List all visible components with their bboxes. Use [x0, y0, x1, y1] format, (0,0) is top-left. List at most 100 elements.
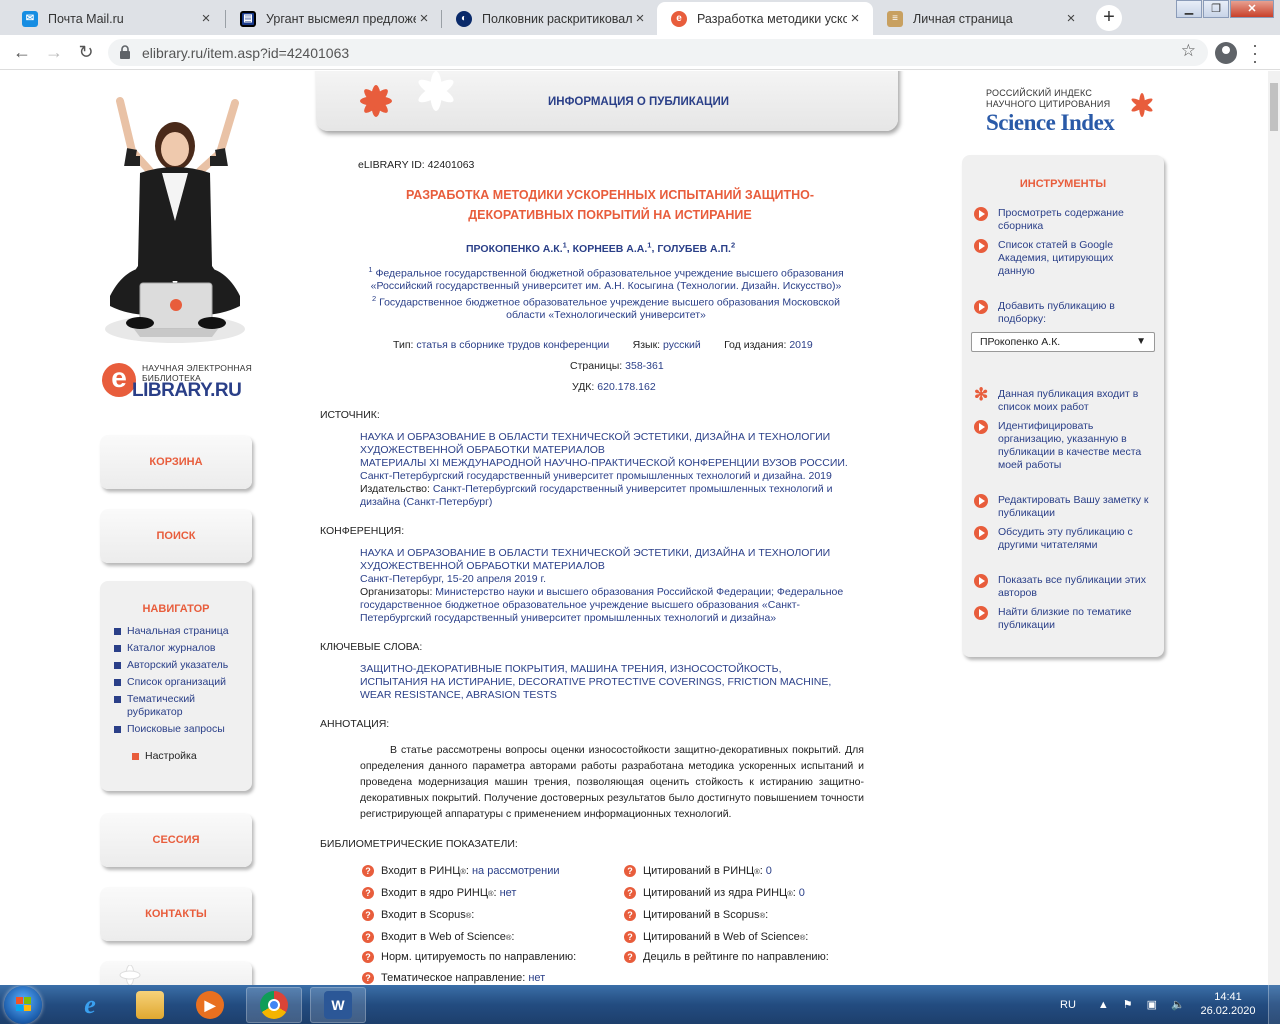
- metric-rinc-core: ? Входит в ядро РИНЦ ®: нет: [362, 887, 516, 899]
- close-icon[interactable]: ×: [416, 10, 432, 27]
- tool-label: Найти близкие по тематике публикации: [998, 606, 1132, 631]
- tab-elibrary[interactable]: e Разработка методики ускор ×: [657, 2, 873, 35]
- search-button[interactable]: ПОИСК: [100, 509, 252, 563]
- nav-item-rubricator[interactable]: Тематический рубрикатор: [114, 693, 252, 719]
- back-button[interactable]: ←: [10, 40, 34, 64]
- show-desktop-button[interactable]: [1268, 985, 1280, 1024]
- arrow-right-icon: [974, 300, 988, 314]
- help-icon[interactable]: ?: [624, 865, 636, 877]
- taskbar-ie[interactable]: e: [62, 987, 118, 1023]
- account-icon[interactable]: [1215, 42, 1237, 64]
- lock-icon: [120, 45, 130, 59]
- tab-title: Почта Mail.ru: [48, 11, 124, 26]
- help-icon[interactable]: ?: [362, 951, 374, 963]
- author-link[interactable]: ГОЛУБЕВ А.П.2: [657, 240, 735, 255]
- affiliation-index: 1: [368, 265, 373, 274]
- tool-similar-publications[interactable]: Найти близкие по тематике публикации: [974, 606, 1160, 632]
- tray-arrow-icon[interactable]: ▲: [1098, 999, 1109, 1011]
- conference-title-link[interactable]: НАУКА И ОБРАЗОВАНИЕ В ОБЛАСТИ ТЕХНИЧЕСКО…: [360, 547, 865, 573]
- flag-icon[interactable]: ⚑: [1123, 998, 1133, 1011]
- keywords-list[interactable]: ЗАЩИТНО-ДЕКОРАТИВНЫЕ ПОКРЫТИЯ, МАШИНА ТР…: [360, 663, 850, 702]
- tab-urgant[interactable]: ▤ Ургант высмеял предложен ×: [226, 2, 442, 35]
- help-icon[interactable]: ?: [362, 865, 374, 877]
- contacts-button[interactable]: КОНТАКТЫ: [100, 887, 252, 941]
- nav-item-journals[interactable]: Каталог журналов: [114, 642, 252, 655]
- elibrary-logo-text[interactable]: LIBRARY.RU: [132, 380, 242, 402]
- scrollbar-thumb[interactable]: [1270, 83, 1278, 131]
- nav-item-queries[interactable]: Поисковые запросы: [114, 723, 252, 736]
- close-icon[interactable]: ×: [632, 10, 648, 27]
- minimize-button[interactable]: ▁: [1176, 0, 1202, 18]
- taskbar-chrome[interactable]: [246, 987, 302, 1023]
- tool-label: Показать все публикации этих авторов: [998, 574, 1146, 599]
- nav-item-organizations[interactable]: Список организаций: [114, 676, 252, 689]
- metric-label: Дециль в рейтинге по направлению:: [643, 951, 829, 963]
- reload-button[interactable]: ↻: [74, 40, 98, 64]
- tool-author-publications[interactable]: Показать все публикации этих авторов: [974, 574, 1160, 600]
- close-icon[interactable]: ×: [1063, 10, 1079, 27]
- clock[interactable]: 14:41 26.02.2020: [1198, 990, 1258, 1018]
- collection-select[interactable]: ПРокопенко А.К. ▼: [971, 332, 1155, 352]
- science-index-logo[interactable]: Science Index: [986, 110, 1115, 136]
- page-scrollbar[interactable]: [1268, 71, 1280, 985]
- cart-button[interactable]: КОРЗИНА: [100, 435, 252, 489]
- metric-label: Цитирований в Web of Science: [643, 931, 800, 943]
- menu-icon[interactable]: · · ·: [1250, 36, 1260, 70]
- organizers-value[interactable]: Министерство науки и высшего образования…: [360, 586, 843, 624]
- help-icon[interactable]: ?: [624, 951, 636, 963]
- tab-personal[interactable]: ≡ Личная страница ×: [873, 2, 1089, 35]
- organizers-line: Организаторы: Министерство науки и высше…: [360, 586, 865, 625]
- session-button[interactable]: СЕССИЯ: [100, 813, 252, 867]
- elibrary-icon: e: [671, 10, 687, 27]
- new-tab-button[interactable]: +: [1096, 5, 1122, 31]
- address-bar[interactable]: elibrary.ru/item.asp?id=42401063 ☆: [108, 39, 1208, 66]
- metric-citations-core: ? Цитирований из ядра РИНЦ ®:0: [624, 887, 805, 899]
- volume-icon[interactable]: 🔈: [1171, 998, 1185, 1011]
- bookmark-star-icon[interactable]: ☆: [1181, 41, 1196, 61]
- forward-button[interactable]: →: [42, 40, 66, 64]
- maximize-button[interactable]: ❐: [1203, 0, 1229, 18]
- mail-icon: ✉: [22, 10, 38, 27]
- tool-view-contents[interactable]: Просмотреть содержание сборника: [974, 207, 1160, 233]
- help-icon[interactable]: ?: [624, 887, 636, 899]
- tool-add-to-collection[interactable]: Добавить публикацию в подборку:: [974, 300, 1160, 326]
- tool-edit-note[interactable]: Редактировать Вашу заметку к публикации: [974, 494, 1160, 520]
- taskbar-media-player[interactable]: ▶: [182, 987, 238, 1023]
- tab-mail[interactable]: ✉ Почта Mail.ru ×: [8, 2, 224, 35]
- tool-my-works[interactable]: ✻ Данная публикация входит в список моих …: [974, 386, 1160, 414]
- help-icon[interactable]: ?: [362, 972, 374, 984]
- browser-toolbar: ← → ↻ elibrary.ru/item.asp?id=42401063 ☆: [0, 35, 1280, 70]
- affiliation[interactable]: 2 Государственное бюджетное образователь…: [360, 293, 852, 322]
- author-name: КОРНЕЕВ А.А.: [572, 242, 648, 255]
- author-link[interactable]: КОРНЕЕВ А.А.1: [572, 240, 652, 255]
- nav-item-settings[interactable]: Настройка: [132, 750, 252, 762]
- close-icon[interactable]: ×: [847, 10, 863, 27]
- source-title-link[interactable]: НАУКА И ОБРАЗОВАНИЕ В ОБЛАСТИ ТЕХНИЧЕСКО…: [360, 431, 865, 457]
- author-link[interactable]: ПРОКОПЕНКО А.К.1: [466, 240, 567, 255]
- language-indicator[interactable]: RU: [1060, 999, 1076, 1011]
- science-index-caption-line: НАУЧНОГО ЦИТИРОВАНИЯ: [986, 98, 1111, 109]
- help-icon[interactable]: ?: [624, 909, 636, 921]
- nav-item-authors[interactable]: Авторский указатель: [114, 659, 252, 672]
- start-button[interactable]: [4, 986, 42, 1024]
- taskbar-word[interactable]: W: [310, 987, 366, 1023]
- taskbar-explorer[interactable]: [122, 987, 178, 1023]
- tool-google-scholar[interactable]: Список статей в Google Академия, цитирую…: [974, 239, 1160, 278]
- tool-identify-organization[interactable]: Идентифицировать организацию, указанную …: [974, 420, 1160, 472]
- affiliation[interactable]: 1 Федеральное государственной бюджетной …: [360, 264, 852, 293]
- help-icon[interactable]: ?: [362, 887, 374, 899]
- close-icon[interactable]: ×: [198, 10, 214, 27]
- help-icon[interactable]: ?: [624, 931, 636, 943]
- metric-value: на рассмотрении: [471, 865, 560, 877]
- nav-item-home[interactable]: Начальная страница: [114, 625, 252, 638]
- publisher-link[interactable]: Санкт-Петербургский государственный унив…: [360, 483, 832, 508]
- metric-label: Входит в РИНЦ: [381, 865, 461, 877]
- tool-discuss[interactable]: Обсудить эту публикацию с другими читате…: [974, 526, 1160, 552]
- publisher-label: Издательство:: [360, 483, 430, 495]
- network-icon[interactable]: ▣: [1147, 998, 1157, 1011]
- source-description[interactable]: МАТЕРИАЛЫ XI МЕЖДУНАРОДНОЙ НАУЧНО-ПРАКТИ…: [360, 457, 865, 483]
- help-icon[interactable]: ?: [362, 909, 374, 921]
- help-icon[interactable]: ?: [362, 931, 374, 943]
- tab-colonel[interactable]: ◐ Полковник раскритиковал ×: [442, 2, 658, 35]
- close-window-button[interactable]: ✕: [1230, 0, 1274, 18]
